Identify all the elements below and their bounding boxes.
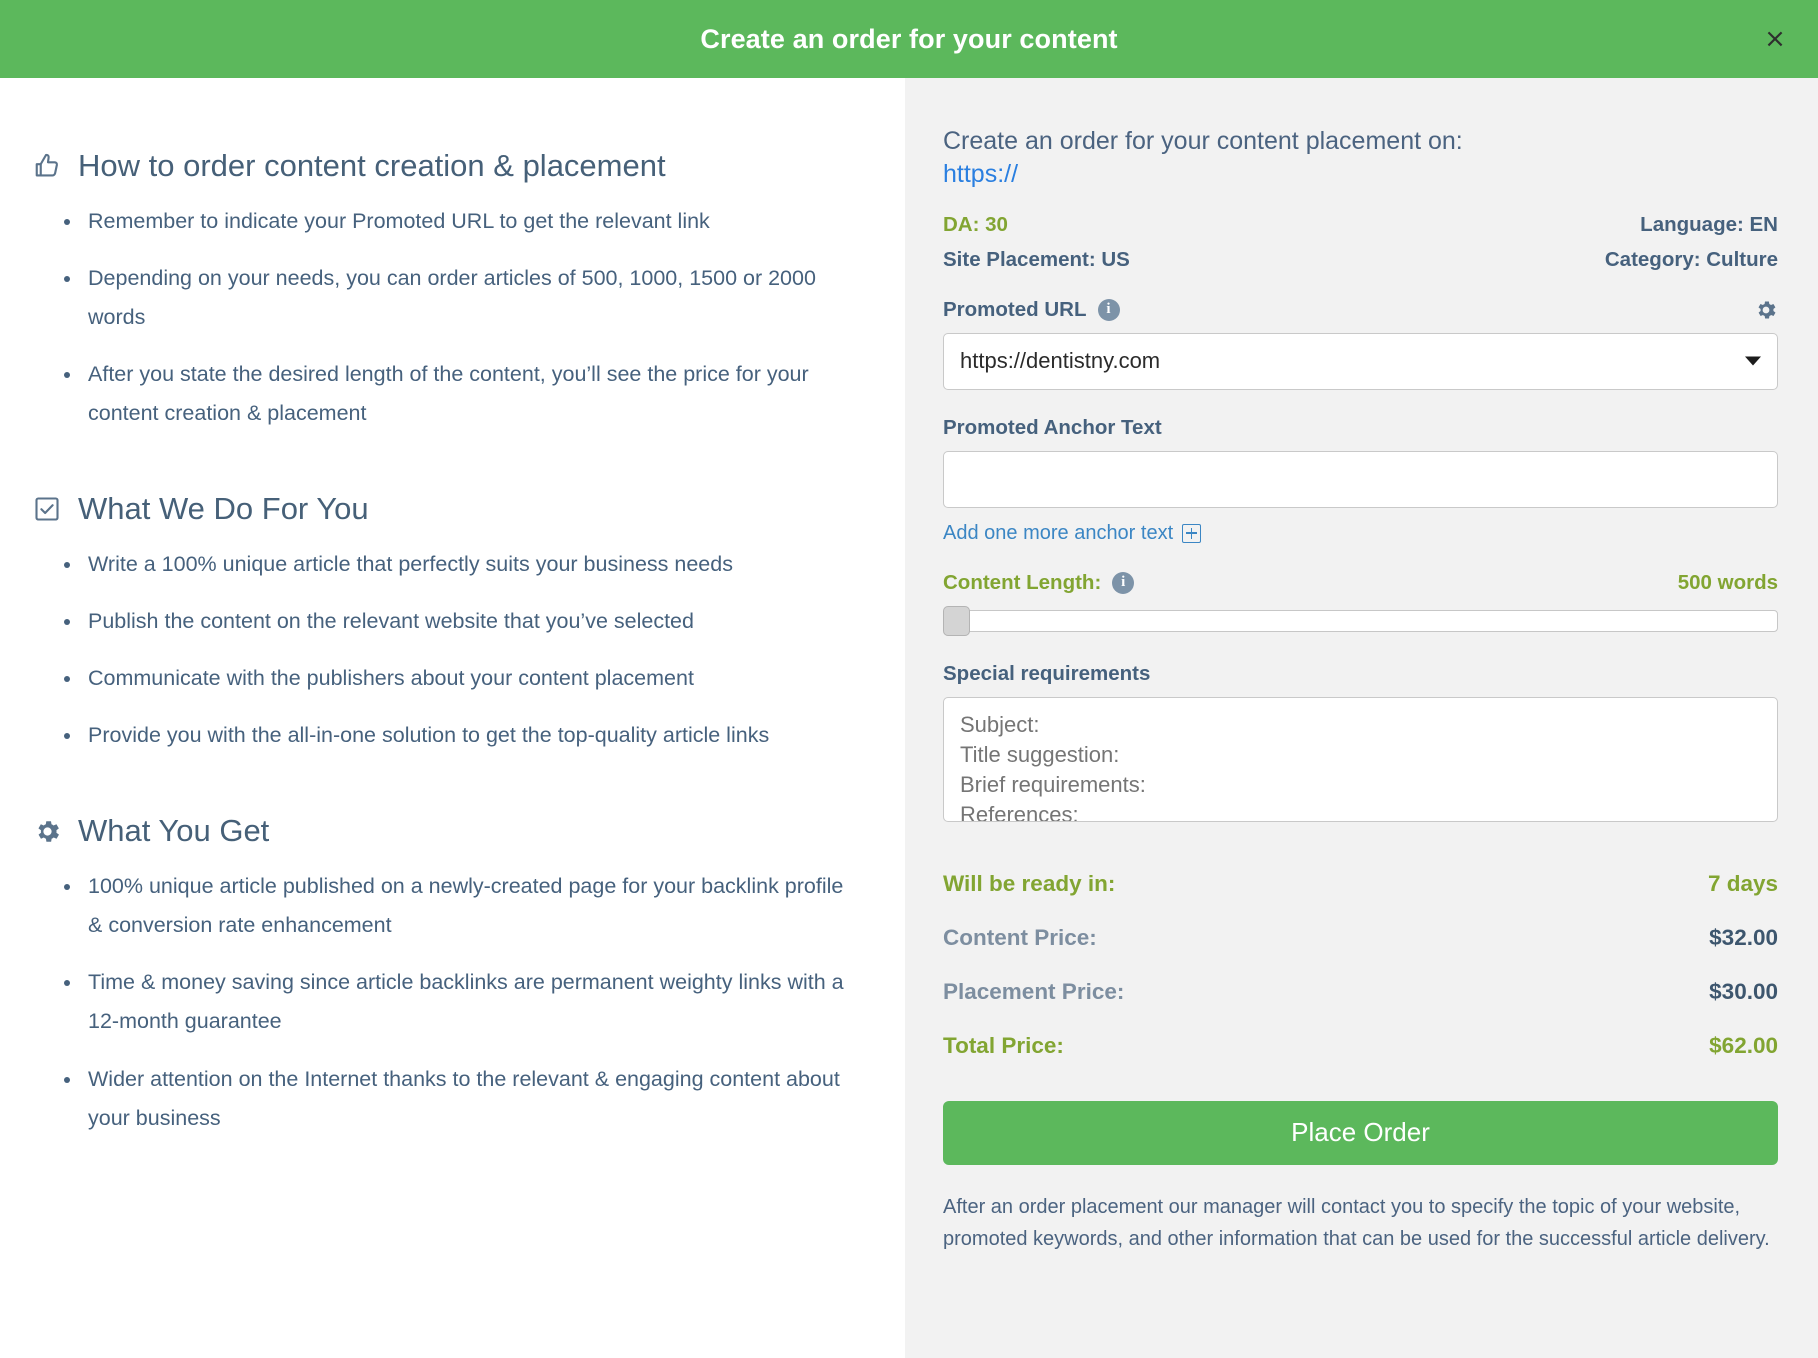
- section-header: What You Get: [30, 813, 853, 849]
- list-item: Write a 100% unique article that perfect…: [54, 545, 853, 584]
- section-what-we-do: What We Do For You Write a 100% unique a…: [30, 491, 853, 755]
- language-value: Language: EN: [1640, 212, 1778, 236]
- special-requirements-field: Special requirements: [943, 662, 1778, 827]
- content-length-label: Content Length: i: [943, 570, 1135, 595]
- metadata-row: Site Placement: US Category: Culture: [943, 248, 1778, 272]
- list-item: Wider attention on the Internet thanks t…: [54, 1060, 853, 1138]
- gear-icon: [30, 814, 64, 848]
- content-length-field: Content Length: i 500 words: [943, 571, 1778, 636]
- content-length-slider[interactable]: [943, 605, 1778, 636]
- promoted-url-select[interactable]: https://dentistny.com: [943, 332, 1778, 390]
- ready-in-row: Will be ready in: 7 days: [943, 871, 1778, 897]
- add-anchor-text-label: Add one more anchor text: [943, 521, 1174, 544]
- info-icon[interactable]: i: [1097, 298, 1120, 321]
- list-item: Provide you with the all-in-one solution…: [54, 716, 853, 755]
- section-title: What You Get: [78, 813, 270, 849]
- promoted-url-label-text: Promoted URL: [943, 297, 1087, 321]
- promoted-url-label: Promoted URL i: [943, 298, 1120, 322]
- list-item: Communicate with the publishers about yo…: [54, 659, 853, 698]
- category-value: Category: Culture: [1604, 247, 1778, 271]
- bullet-list: Remember to indicate your Promoted URL t…: [30, 202, 853, 434]
- section-title: How to order content creation & placemen…: [78, 148, 666, 183]
- settings-gear-icon[interactable]: [1754, 298, 1778, 322]
- field-label-row: Special requirements: [943, 662, 1778, 686]
- total-price-label: Total Price:: [943, 1032, 1064, 1058]
- slider-handle[interactable]: [943, 605, 970, 636]
- total-price-row: Total Price: $62.00: [943, 1033, 1778, 1059]
- promoted-url-value: https://dentistny.com: [960, 348, 1161, 373]
- content-price-row: Content Price: $32.00: [943, 925, 1778, 951]
- list-item: Publish the content on the relevant webs…: [54, 602, 853, 641]
- list-item: After you state the desired length of th…: [54, 355, 853, 433]
- list-item: Time & money saving since article backli…: [54, 963, 853, 1041]
- close-icon[interactable]: ×: [1758, 22, 1792, 56]
- content-price-value: $32.00: [1709, 924, 1778, 950]
- section-header: What We Do For You: [30, 491, 853, 527]
- anchor-text-field: Promoted Anchor Text Add one more anchor…: [943, 416, 1778, 545]
- list-item: Depending on your needs, you can order a…: [54, 259, 853, 337]
- order-form-pane: Create an order for your content placeme…: [905, 78, 1818, 1358]
- site-placement-value: Site Placement: US: [943, 247, 1130, 271]
- field-label-row: Promoted Anchor Text: [943, 416, 1778, 440]
- list-item: 100% unique article published on a newly…: [54, 867, 853, 945]
- modal-header: Create an order for your content ×: [0, 0, 1818, 78]
- section-header: How to order content creation & placemen…: [30, 148, 853, 184]
- modal-body: How to order content creation & placemen…: [0, 78, 1818, 1358]
- plus-box-icon: [1182, 523, 1202, 543]
- add-anchor-text-link[interactable]: Add one more anchor text: [943, 521, 1202, 545]
- da-value: DA: 30: [943, 212, 1008, 236]
- content-length-value: 500 words: [1677, 570, 1778, 594]
- page-title: Create an order for your content: [700, 23, 1118, 54]
- list-item: Remember to indicate your Promoted URL t…: [54, 202, 853, 241]
- place-order-button[interactable]: Place Order: [943, 1100, 1778, 1165]
- slider-track[interactable]: [959, 609, 1778, 632]
- ready-in-value: 7 days: [1707, 870, 1778, 896]
- checkbox-checked-icon: [30, 492, 64, 526]
- promoted-url-field: Promoted URL i https://dentistny.com: [943, 298, 1778, 390]
- section-what-you-get: What You Get 100% unique article publish…: [30, 813, 853, 1137]
- special-requirements-textarea[interactable]: [943, 696, 1778, 822]
- bullet-list: 100% unique article published on a newly…: [30, 867, 853, 1138]
- placement-price-label: Placement Price:: [943, 978, 1125, 1004]
- order-footnote: After an order placement our manager wil…: [943, 1195, 1770, 1250]
- total-price-value: $62.00: [1709, 1032, 1778, 1058]
- order-form-title: Create an order for your content placeme…: [943, 127, 1463, 155]
- site-url-link[interactable]: https://: [943, 160, 1018, 189]
- info-icon[interactable]: i: [1112, 571, 1135, 594]
- ready-in-label: Will be ready in:: [943, 870, 1116, 896]
- content-price-label: Content Price:: [943, 924, 1097, 950]
- special-requirements-label: Special requirements: [943, 661, 1151, 685]
- chevron-down-icon: [1745, 356, 1761, 366]
- placement-price-row: Placement Price: $30.00: [943, 979, 1778, 1005]
- bullet-list: Write a 100% unique article that perfect…: [30, 545, 853, 756]
- anchor-text-input[interactable]: [943, 450, 1778, 508]
- section-how-to-order: How to order content creation & placemen…: [30, 148, 853, 433]
- placement-price-value: $30.00: [1709, 978, 1778, 1004]
- field-label-row: Content Length: i 500 words: [943, 571, 1778, 595]
- site-metadata: DA: 30 Language: EN Site Placement: US C…: [943, 213, 1778, 272]
- section-title: What We Do For You: [78, 491, 369, 527]
- content-length-label-text: Content Length:: [943, 570, 1102, 594]
- anchor-text-label: Promoted Anchor Text: [943, 415, 1162, 439]
- metadata-row: DA: 30 Language: EN: [943, 213, 1778, 237]
- info-pane: How to order content creation & placemen…: [0, 78, 905, 1358]
- field-label-row: Promoted URL i: [943, 298, 1778, 322]
- thumbs-up-icon: [30, 149, 64, 183]
